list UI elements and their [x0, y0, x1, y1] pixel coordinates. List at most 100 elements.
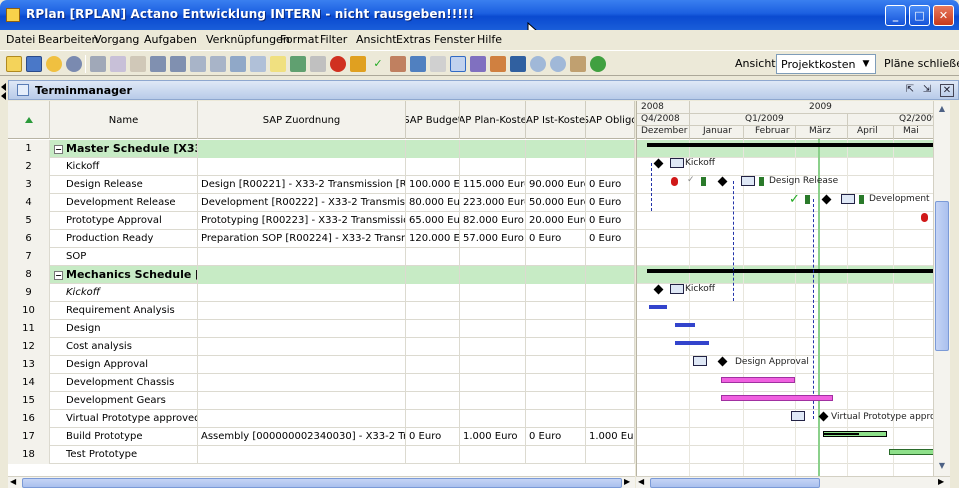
panel-close-icon[interactable]: ✕	[940, 84, 954, 97]
cell-sap-zuordnung[interactable]	[198, 266, 406, 284]
cell-sap-obligo[interactable]	[586, 410, 635, 428]
row-number[interactable]: 7	[8, 248, 50, 266]
scrollbar-thumb[interactable]	[650, 478, 820, 488]
master-schedule-summary-bar[interactable]	[647, 143, 933, 147]
table-row[interactable]: 3 Design Release Design [R00221] - X33-2 T…	[8, 176, 635, 194]
cell-sap-obligo[interactable]: 0 Euro	[586, 176, 635, 194]
column-header-sap-budget[interactable]: SAP Budget	[406, 101, 460, 139]
task-bar-requirement-analysis[interactable]	[649, 305, 667, 309]
table-row[interactable]: 17 Build Prototype Assembly [0000000023400…	[8, 428, 635, 446]
status-icon[interactable]	[590, 56, 606, 72]
table-row[interactable]: 9 Kickoff	[8, 284, 635, 302]
cell-name[interactable]: Kickoff	[50, 284, 198, 302]
scrollbar-thumb[interactable]	[22, 478, 622, 488]
cell-sap-obligo[interactable]	[586, 248, 635, 266]
cell-sap-plan-kosten[interactable]	[460, 320, 526, 338]
outdent-icon[interactable]	[170, 56, 186, 72]
cell-sap-plan-kosten[interactable]: 57.000 Euro	[460, 230, 526, 248]
resource-icon[interactable]	[510, 56, 526, 72]
cell-sap-obligo[interactable]	[586, 158, 635, 176]
row-number[interactable]: 11	[8, 320, 50, 338]
close-plans-button[interactable]: Pläne schließen	[884, 57, 959, 70]
save-icon[interactable]	[26, 56, 42, 72]
check-icon[interactable]: ✓	[370, 56, 386, 72]
cell-sap-budget[interactable]	[406, 392, 460, 410]
highlight-icon[interactable]	[490, 56, 506, 72]
filter-icon[interactable]	[410, 56, 426, 72]
undock-icon[interactable]: ⇱	[903, 84, 917, 97]
cell-name[interactable]: Development Chassis	[50, 374, 198, 392]
menu-fenster[interactable]: Fenster	[434, 33, 475, 46]
row-number[interactable]: 15	[8, 392, 50, 410]
cell-sap-ist-kosten[interactable]	[526, 392, 586, 410]
task-bar-development-chassis[interactable]	[721, 377, 795, 383]
document-icon[interactable]	[670, 284, 684, 294]
cell-sap-zuordnung[interactable]	[198, 302, 406, 320]
gantt-horizontal-scrollbar[interactable]: ◀ ▶	[636, 476, 950, 488]
row-number[interactable]: 6	[8, 230, 50, 248]
cell-sap-plan-kosten[interactable]	[460, 338, 526, 356]
cell-sap-budget[interactable]	[406, 266, 460, 284]
refresh-icon[interactable]	[46, 56, 62, 72]
cell-sap-zuordnung[interactable]: Preparation SOP [R00224] - X33-2 Transmi…	[198, 230, 406, 248]
cell-name[interactable]: Development Release	[50, 194, 198, 212]
document-icon[interactable]	[791, 411, 805, 421]
cell-name[interactable]: Design	[50, 320, 198, 338]
document-icon[interactable]	[693, 356, 707, 366]
cell-sap-obligo[interactable]: 0 Euro	[586, 230, 635, 248]
menu-verknuepfungen[interactable]: Verknüpfungen	[206, 33, 290, 46]
cell-name[interactable]: Prototype Approval	[50, 212, 198, 230]
cell-sap-plan-kosten[interactable]	[460, 302, 526, 320]
cell-sap-zuordnung[interactable]: Development [R00222] - X33-2 Transmissio…	[198, 194, 406, 212]
scroll-down-icon[interactable]: ▼	[936, 460, 948, 472]
cell-sap-plan-kosten[interactable]: 1.000 Euro	[460, 428, 526, 446]
open-folder-icon[interactable]	[6, 56, 22, 72]
table-row[interactable]: 16 Virtual Prototype approved	[8, 410, 635, 428]
cell-sap-ist-kosten[interactable]	[526, 410, 586, 428]
cell-sap-budget[interactable]: 120.000 Euro	[406, 230, 460, 248]
checklist-icon[interactable]	[390, 56, 406, 72]
cell-sap-ist-kosten[interactable]	[526, 356, 586, 374]
collapse-left-icon[interactable]	[1, 83, 6, 91]
cell-sap-zuordnung[interactable]	[198, 374, 406, 392]
row-number[interactable]: 16	[8, 410, 50, 428]
row-number[interactable]: 12	[8, 338, 50, 356]
vertical-scrollbar[interactable]: ▲ ▼	[933, 101, 950, 476]
scroll-left-icon[interactable]: ◀	[638, 477, 644, 486]
sort-column-header[interactable]	[8, 101, 50, 139]
collapse-toggle-icon[interactable]: −	[54, 270, 63, 280]
cell-sap-ist-kosten[interactable]	[526, 446, 586, 464]
row-number[interactable]: 18	[8, 446, 50, 464]
menu-extras[interactable]: Extras	[396, 33, 431, 46]
table-row[interactable]: 5 Prototype Approval Prototyping [R00223] …	[8, 212, 635, 230]
cell-name[interactable]: SOP	[50, 248, 198, 266]
column-header-name[interactable]: Name	[50, 101, 198, 139]
table-row[interactable]: 10 Requirement Analysis	[8, 302, 635, 320]
cell-sap-budget[interactable]: 100.000 Euro	[406, 176, 460, 194]
row-number[interactable]: 14	[8, 374, 50, 392]
cell-sap-obligo[interactable]	[586, 374, 635, 392]
row-number[interactable]: 1	[8, 140, 50, 158]
scroll-to-task-icon[interactable]	[570, 56, 586, 72]
scroll-left-icon[interactable]: ◀	[10, 477, 16, 486]
cell-sap-budget[interactable]	[406, 248, 460, 266]
menu-vorgang[interactable]: Vorgang	[94, 33, 139, 46]
cell-sap-obligo[interactable]: 0 Euro	[586, 194, 635, 212]
column-header-sap-zuordnung[interactable]: SAP Zuordnung	[198, 101, 406, 139]
cell-sap-obligo[interactable]	[586, 320, 635, 338]
menu-format[interactable]: Format	[280, 33, 319, 46]
cell-sap-zuordnung[interactable]	[198, 392, 406, 410]
column-header-sap-ist-kosten[interactable]: SAP Ist-Kosten	[526, 101, 586, 139]
mechanics-schedule-summary-bar[interactable]	[647, 269, 933, 273]
indent-icon[interactable]	[150, 56, 166, 72]
cell-sap-ist-kosten[interactable]	[526, 140, 586, 158]
close-button[interactable]: ✕	[933, 5, 954, 26]
document-icon[interactable]	[841, 194, 855, 204]
window-titlebar[interactable]: RPlan [RPLAN] Actano Entwicklung INTERN …	[0, 0, 959, 30]
cell-name[interactable]: −Master Schedule [X33-2]	[50, 140, 198, 158]
table-view-icon[interactable]	[450, 56, 466, 72]
cell-sap-zuordnung[interactable]	[198, 410, 406, 428]
funnel-icon[interactable]	[430, 56, 446, 72]
row-number[interactable]: 5	[8, 212, 50, 230]
cell-sap-budget[interactable]: 80.000 Euro	[406, 194, 460, 212]
